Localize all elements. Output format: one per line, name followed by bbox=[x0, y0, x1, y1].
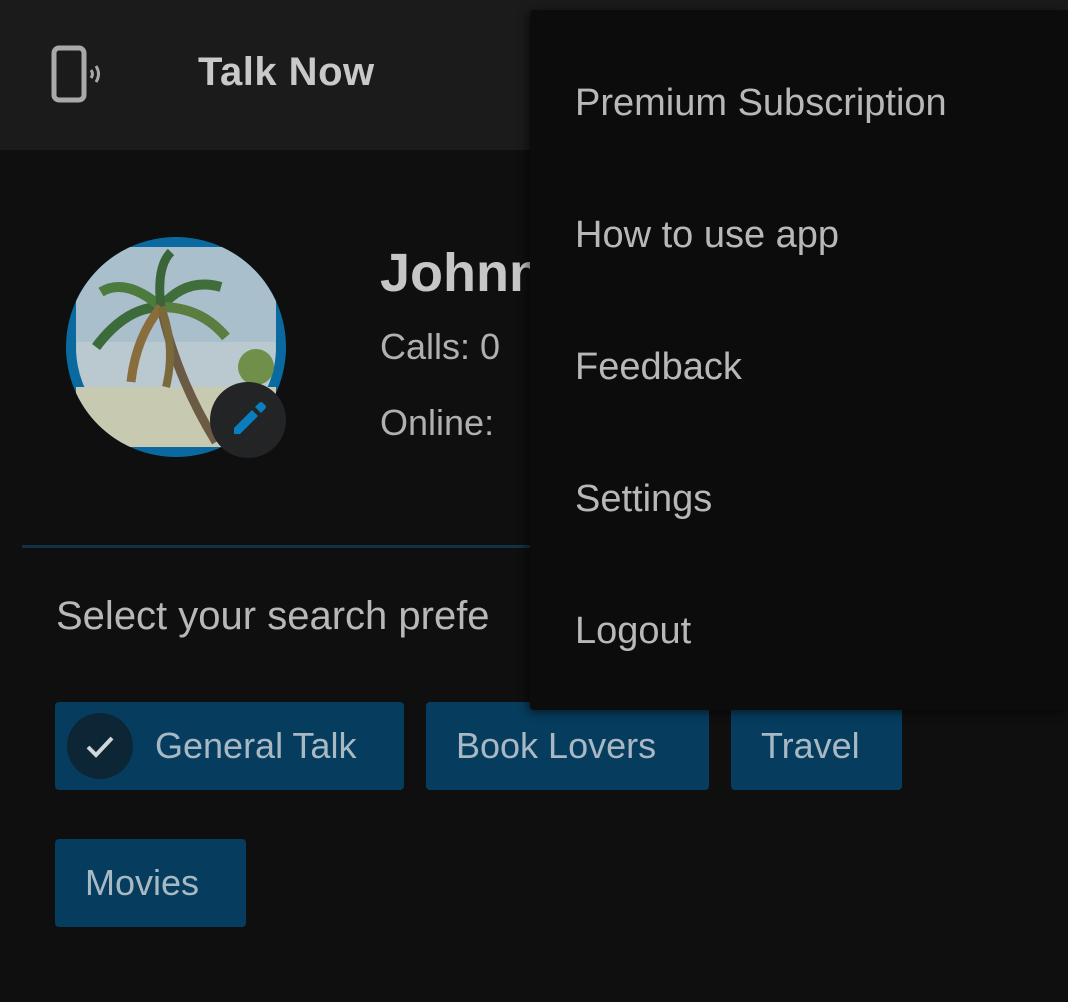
check-icon bbox=[67, 713, 133, 779]
app-title: Talk Now bbox=[198, 50, 375, 94]
chip-travel[interactable]: Travel bbox=[731, 702, 902, 790]
chip-label: Travel bbox=[761, 725, 860, 766]
overflow-menu: Premium Subscription How to use app Feed… bbox=[530, 10, 1068, 710]
online-status: Online: bbox=[380, 402, 495, 443]
chip-label: Movies bbox=[85, 862, 200, 903]
menu-item-premium-subscription[interactable]: Premium Subscription bbox=[575, 82, 947, 125]
edit-profile-button[interactable] bbox=[210, 382, 286, 458]
app-screen: Talk Now Johnn Calls: 0 Online: Select y… bbox=[0, 0, 1068, 1002]
chip-label: General Talk bbox=[155, 725, 357, 766]
search-preferences-label: Select your search prefe bbox=[56, 594, 490, 638]
chip-movies[interactable]: Movies bbox=[55, 839, 246, 927]
chip-general-talk[interactable]: General Talk bbox=[55, 702, 404, 790]
chip-label: Book Lovers bbox=[456, 725, 657, 766]
pencil-icon bbox=[228, 398, 268, 443]
menu-item-settings[interactable]: Settings bbox=[575, 478, 712, 521]
chip-book-lovers[interactable]: Book Lovers bbox=[426, 702, 709, 790]
phone-vibrate-icon bbox=[48, 44, 108, 104]
profile-name: Johnn bbox=[380, 243, 542, 303]
menu-item-how-to-use-app[interactable]: How to use app bbox=[575, 214, 839, 257]
menu-item-feedback[interactable]: Feedback bbox=[575, 346, 742, 389]
menu-item-logout[interactable]: Logout bbox=[575, 610, 691, 653]
calls-count: Calls: 0 bbox=[380, 326, 501, 367]
